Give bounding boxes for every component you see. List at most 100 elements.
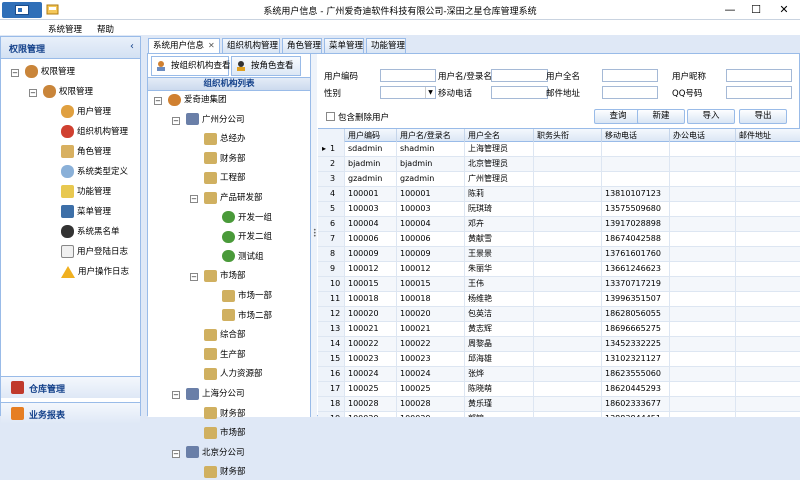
new-button[interactable]: 新建: [637, 109, 685, 124]
expander-icon[interactable]: −: [172, 449, 180, 458]
panel-splitter[interactable]: • • •: [311, 54, 317, 417]
expander-icon[interactable]: −: [154, 97, 162, 105]
table-row[interactable]: 7 100006 100006 黄献雪 18674042588: [318, 232, 800, 247]
org-tree-node[interactable]: 市场二部: [222, 308, 272, 324]
table-row[interactable]: 9 100012 100012 朱丽华 13661246623: [318, 262, 800, 277]
tab-functions[interactable]: 功能管理: [366, 38, 406, 54]
table-row[interactable]: 4 100001 100001 陈莉 13810107123: [318, 187, 800, 202]
org-tree-node[interactable]: 广州分公司: [186, 112, 245, 128]
column-header[interactable]: 邮件地址: [736, 129, 800, 142]
sidebar-item-users[interactable]: 用户管理: [61, 103, 111, 121]
org-tree-node[interactable]: 财务部: [204, 464, 246, 480]
org-tree-node[interactable]: 北京分公司: [186, 445, 245, 461]
column-header[interactable]: 用户名/登录名: [397, 129, 465, 142]
import-button[interactable]: 导入: [687, 109, 735, 124]
table-row[interactable]: 5 100003 100003 阮琪琦 13575509680: [318, 202, 800, 217]
table-row[interactable]: ▸ 1 sdadmin shadmin 上海管理员: [318, 142, 800, 157]
table-row[interactable]: 19100029100029郭锦13883844451: [318, 412, 800, 417]
expander-icon[interactable]: −: [190, 195, 198, 203]
table-row[interactable]: 11 100018 100018 杨维艳 13996351507: [318, 292, 800, 307]
tab-menus[interactable]: 菜单管理: [324, 38, 364, 54]
column-header[interactable]: 用户全名: [465, 129, 534, 142]
table-row[interactable]: 6 100004 100004 邓卉 13917028898: [318, 217, 800, 232]
sidebar-item-functions[interactable]: 功能管理: [61, 183, 111, 201]
expander-icon[interactable]: −: [11, 69, 19, 77]
column-header[interactable]: 办公电话: [670, 129, 736, 142]
org-tree-node[interactable]: 上海分公司: [186, 386, 245, 402]
sidebar-item-op-log[interactable]: 用户操作日志: [61, 263, 129, 281]
table-row[interactable]: 8 100009 100009 王景景 13761601760: [318, 247, 800, 262]
org-tree-node[interactable]: 人力资源部: [204, 366, 263, 382]
expander-icon[interactable]: −: [172, 391, 180, 399]
export-button[interactable]: 导出: [739, 109, 787, 124]
org-tree-node[interactable]: 财务部: [204, 406, 246, 422]
include-deleted-checkbox[interactable]: [326, 112, 335, 121]
org-tree-node[interactable]: 爱奇迪集团: [168, 92, 227, 108]
org-tree-node[interactable]: 财务部: [204, 151, 246, 167]
sidebar-item-roles[interactable]: 角色管理: [61, 143, 111, 161]
sidebar-item-perm-root[interactable]: 权限管理: [25, 63, 75, 81]
table-row[interactable]: 12 100020 100020 包英洁 18628056055: [318, 307, 800, 322]
minimize-button[interactable]: —: [718, 1, 742, 18]
table-row[interactable]: 14 100022 100022 周黎晶 13452332225: [318, 337, 800, 352]
org-tree-node[interactable]: 总经办: [204, 131, 246, 147]
role-view-icon: [237, 60, 245, 71]
table-row[interactable]: 17 100025 100025 陈晓萌 18620445293: [318, 382, 800, 397]
collapse-icon[interactable]: ‹: [130, 41, 134, 52]
column-header[interactable]: 用户编码: [345, 129, 397, 142]
expander-icon[interactable]: −: [190, 273, 198, 282]
table-cell: [534, 187, 602, 202]
close-window-button[interactable]: ✕: [772, 1, 796, 18]
table-row[interactable]: 15 100023 100023 邱海雄 13102321127: [318, 352, 800, 367]
login-name-input[interactable]: [491, 69, 548, 82]
table-row[interactable]: 16 100024 100024 张烨 18623555060: [318, 367, 800, 382]
org-tree-node[interactable]: 工程部: [204, 170, 246, 186]
title-bar: 系统用户信息 - 广州爱奇迪软件科技有限公司-深田之星仓库管理系统 — ☐ ✕: [0, 0, 800, 20]
tab-org[interactable]: 组织机构管理: [222, 38, 280, 54]
sidebar-item-menus[interactable]: 菜单管理: [61, 203, 111, 221]
sidebar-item-perm[interactable]: 权限管理: [43, 83, 93, 101]
org-tree-node[interactable]: 开发一组: [222, 210, 272, 226]
sidebar-item-blacklist[interactable]: 系统黑名单: [61, 223, 120, 241]
gender-select[interactable]: ▼: [380, 86, 436, 99]
close-tab-icon[interactable]: ✕: [208, 41, 215, 50]
org-tree-node[interactable]: 市场部: [204, 268, 246, 284]
tab-by-org[interactable]: 按组织机构查看: [151, 56, 231, 76]
org-tree-node[interactable]: 产品研发部: [204, 190, 263, 206]
tab-user-info[interactable]: 系统用户信息 ✕: [148, 38, 220, 54]
org-tree-node[interactable]: 市场部: [204, 425, 246, 441]
nickname-input[interactable]: [726, 69, 792, 82]
table-row[interactable]: 2 bjadmin bjadmin 北京管理员: [318, 157, 800, 172]
table-cell: [670, 322, 736, 337]
maximize-button[interactable]: ☐: [744, 1, 768, 18]
user-code-input[interactable]: [380, 69, 436, 82]
tab-label: 系统用户信息: [153, 41, 205, 51]
org-tree-node[interactable]: 开发二组: [222, 229, 272, 245]
sidebar-section-reports[interactable]: 业务报表: [1, 402, 140, 424]
column-header[interactable]: 职务头衔: [534, 129, 602, 142]
menu-system[interactable]: 系统管理: [48, 23, 82, 35]
tab-by-role[interactable]: 按角色查看: [231, 56, 301, 76]
qq-input[interactable]: [726, 86, 792, 99]
org-tree-node[interactable]: 市场一部: [222, 288, 272, 304]
table-row[interactable]: 13 100021 100021 黄志辉 18696665275: [318, 322, 800, 337]
org-tree-node[interactable]: 综合部: [204, 327, 246, 343]
org-tree-node[interactable]: 生产部: [204, 347, 246, 363]
table-row[interactable]: 18 100028 100028 黄乐瑾 18602333677: [318, 397, 800, 412]
sidebar-item-org[interactable]: 组织机构管理: [61, 123, 128, 141]
tab-roles[interactable]: 角色管理: [282, 38, 322, 54]
table-row[interactable]: 10 100015 100015 王伟 13370717219: [318, 277, 800, 292]
expander-icon[interactable]: −: [29, 89, 37, 97]
column-header[interactable]: 移动电话: [602, 129, 670, 142]
sidebar-section-warehouse[interactable]: 仓库管理: [1, 376, 140, 398]
mobile-input[interactable]: [491, 86, 548, 99]
sidebar-item-login-log[interactable]: 用户登陆日志: [61, 243, 128, 261]
full-name-input[interactable]: [602, 69, 658, 82]
org-tree-node[interactable]: 测试组: [222, 249, 264, 265]
table-row[interactable]: 3 gzadmin gzadmin 广州管理员: [318, 172, 800, 187]
expander-icon[interactable]: −: [172, 116, 180, 125]
sidebar-item-types[interactable]: 系统类型定义: [61, 163, 128, 181]
query-button[interactable]: 查询: [594, 109, 642, 124]
email-input[interactable]: [602, 86, 658, 99]
menu-help[interactable]: 帮助: [97, 23, 114, 35]
